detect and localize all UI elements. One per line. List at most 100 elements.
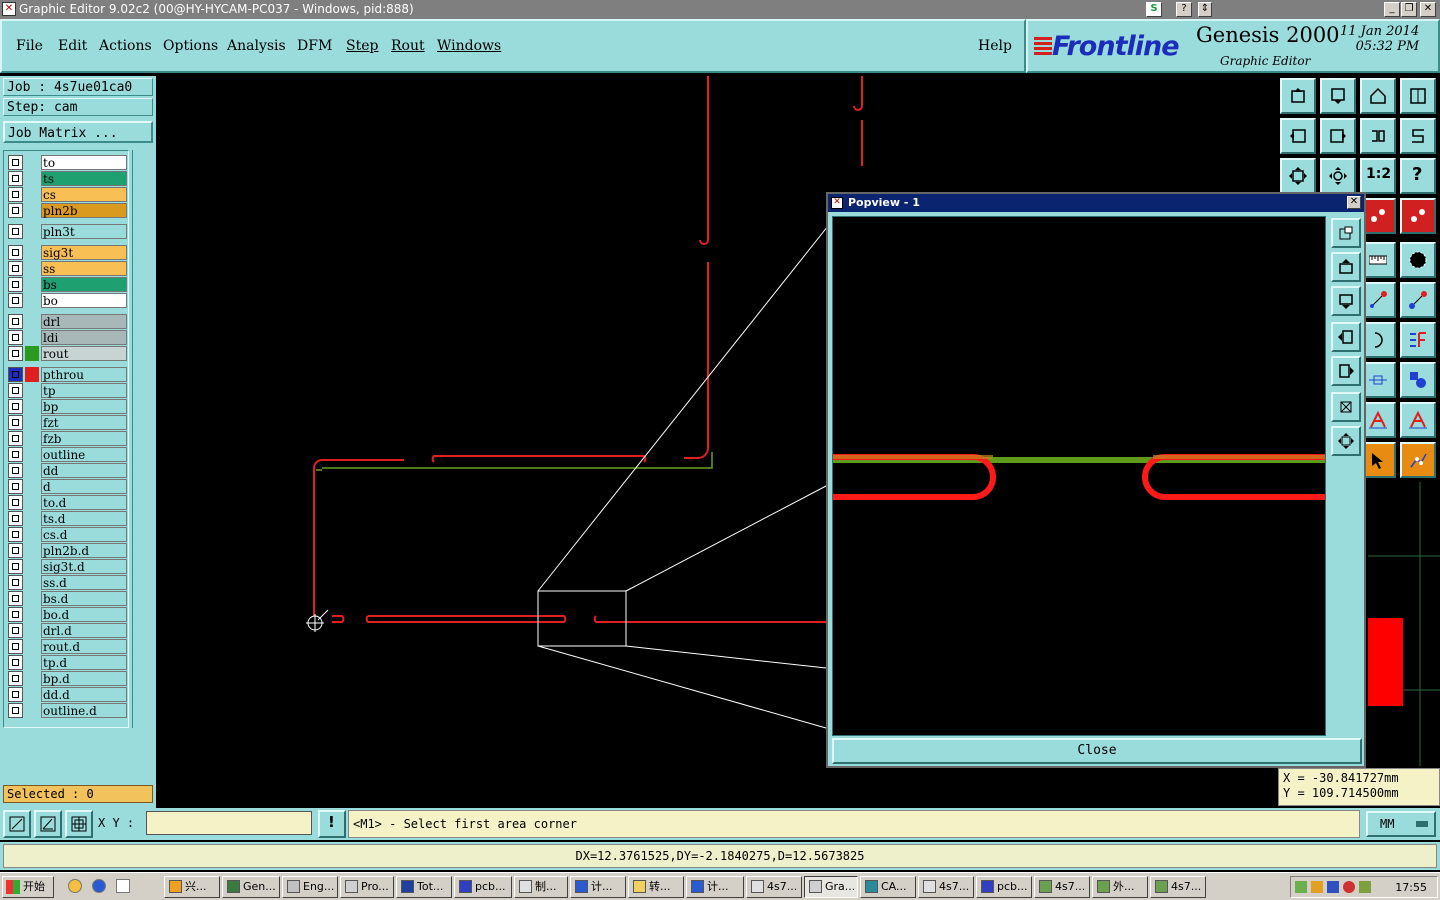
layer-checkbox[interactable] — [8, 330, 23, 345]
layer-checkbox[interactable] — [8, 277, 23, 292]
layer-checkbox[interactable] — [8, 187, 23, 202]
tray-g-icon[interactable] — [1343, 881, 1355, 893]
layer-row-to[interactable]: to — [8, 155, 127, 170]
shapes-button[interactable] — [1400, 362, 1436, 398]
text-b-button[interactable] — [1400, 402, 1436, 438]
taskbar-task-1[interactable]: 兴... — [164, 876, 220, 898]
taskbar-task-16[interactable]: 4s7... — [1034, 876, 1090, 898]
menu-help[interactable]: Help — [978, 38, 1012, 54]
layer-row-drl[interactable]: drl — [8, 314, 127, 329]
layer-row-bo[interactable]: bo — [8, 293, 127, 308]
popview-close-button[interactable]: Close — [832, 738, 1362, 764]
layer-checkbox[interactable] — [8, 703, 23, 718]
layer-checkbox[interactable] — [8, 171, 23, 186]
measure-blue-button[interactable] — [1400, 282, 1436, 318]
home-view-button[interactable] — [1360, 78, 1396, 114]
help-icon[interactable]: ? — [1176, 2, 1192, 17]
pan-down-button[interactable] — [1320, 78, 1356, 114]
layer-checkbox[interactable] — [8, 591, 23, 606]
quicklaunch-clock-icon[interactable] — [68, 879, 82, 893]
zoom-one-to-two-button[interactable]: 1:2 — [1360, 158, 1396, 194]
tray-pen-icon[interactable] — [1295, 881, 1307, 893]
layer-checkbox[interactable] — [8, 463, 23, 478]
popview-titlebar[interactable]: ✕ Popview - 1 ✕ — [828, 194, 1364, 212]
taskbar-task-17[interactable]: 外... — [1092, 876, 1148, 898]
pan-right-button[interactable] — [1320, 118, 1356, 154]
tray-a-icon[interactable] — [1311, 881, 1323, 893]
taskbar-task-18[interactable]: 4s7... — [1150, 876, 1206, 898]
layer-row-drl-d[interactable]: drl.d — [8, 623, 127, 638]
popview-pan-down-button[interactable] — [1331, 286, 1361, 316]
job-matrix-button[interactable]: Job Matrix ... — [3, 121, 153, 143]
layer-row-ldi[interactable]: ldi — [8, 330, 127, 345]
layer-checkbox[interactable] — [8, 415, 23, 430]
angle-mode-icon[interactable] — [34, 810, 62, 838]
taskbar-task-5[interactable]: Tot... — [396, 876, 452, 898]
layer-row-pthrou[interactable]: pthrou — [8, 367, 127, 382]
layer-checkbox[interactable] — [8, 224, 23, 239]
layer-checkbox[interactable] — [8, 383, 23, 398]
taskbar-task-12[interactable]: Gra... — [804, 876, 858, 898]
layer-list-scrollbar[interactable] — [132, 150, 153, 728]
layer-row-outline[interactable]: outline — [8, 447, 127, 462]
layer-row-cs[interactable]: cs — [8, 187, 127, 202]
unit-selector[interactable]: MM — [1366, 811, 1436, 837]
zoom-fit-button[interactable] — [1280, 158, 1316, 194]
layer-checkbox[interactable] — [8, 559, 23, 574]
layer-checkbox[interactable] — [8, 543, 23, 558]
taskbar-task-2[interactable]: Gen... — [222, 876, 280, 898]
layer-row-ts-d[interactable]: ts.d — [8, 511, 127, 526]
layer-checkbox[interactable] — [8, 399, 23, 414]
layer-checkbox[interactable] — [8, 261, 23, 276]
taskbar-task-3[interactable]: Eng... — [282, 876, 338, 898]
layer-row-d[interactable]: d — [8, 479, 127, 494]
taskbar-task-8[interactable]: 计... — [570, 876, 626, 898]
layer-checkbox[interactable] — [8, 479, 23, 494]
popview-zoom-button[interactable] — [1331, 218, 1361, 248]
route-edit-button[interactable] — [1400, 442, 1436, 478]
layer-checkbox[interactable] — [8, 245, 23, 260]
layer-checkbox[interactable] — [8, 527, 23, 542]
quicklaunch-doc-icon[interactable] — [116, 879, 130, 893]
redraw-button[interactable] — [1400, 118, 1436, 154]
taskbar-task-11[interactable]: 4s7... — [746, 876, 802, 898]
snap-center-button[interactable] — [1400, 198, 1436, 234]
layer-row-dd-d[interactable]: dd.d — [8, 687, 127, 702]
layer-row-dd[interactable]: dd — [8, 463, 127, 478]
popview-fit-button[interactable] — [1331, 392, 1361, 422]
layer-row-sig3t-d[interactable]: sig3t.d — [8, 559, 127, 574]
layer-row-ss[interactable]: ss — [8, 261, 127, 276]
taskbar-task-6[interactable]: pcb... — [454, 876, 512, 898]
layer-checkbox[interactable] — [8, 639, 23, 654]
layer-checkbox[interactable] — [8, 431, 23, 446]
menu-actions[interactable]: Actions — [99, 38, 152, 54]
zoom-extents-button[interactable] — [1320, 158, 1356, 194]
layer-row-pln2b[interactable]: pln2b — [8, 203, 127, 218]
layer-checkbox[interactable] — [8, 203, 23, 218]
layer-checkbox[interactable] — [8, 314, 23, 329]
close-button[interactable]: ✕ — [1420, 2, 1436, 17]
layer-checkbox[interactable] — [8, 495, 23, 510]
layer-checkbox[interactable] — [8, 447, 23, 462]
menu-rout[interactable]: Rout — [391, 38, 425, 54]
layer-row-to-d[interactable]: to.d — [8, 495, 127, 510]
popview-pan-up-button[interactable] — [1331, 252, 1361, 282]
layer-row-cs-d[interactable]: cs.d — [8, 527, 127, 542]
zoom-home-button[interactable] — [1280, 78, 1316, 114]
layer-checkbox[interactable] — [8, 687, 23, 702]
layer-checkbox[interactable] — [8, 293, 23, 308]
s-icon[interactable]: S — [1146, 2, 1162, 17]
query-help-button[interactable]: ? — [1400, 158, 1436, 194]
xy-input[interactable] — [146, 811, 312, 835]
pad-button[interactable] — [1400, 242, 1436, 278]
layer-checkbox[interactable] — [8, 575, 23, 590]
menu-windows[interactable]: Windows — [437, 38, 501, 54]
feature-button[interactable] — [1400, 322, 1436, 358]
window-titlebar[interactable]: ✕ Graphic Editor 9.02c2 (00@HY-HYCAM-PC0… — [0, 0, 1440, 19]
menu-options[interactable]: Options — [163, 38, 218, 54]
layer-row-fzt[interactable]: fzt — [8, 415, 127, 430]
layer-row-sig3t[interactable]: sig3t — [8, 245, 127, 260]
popview-close-icon[interactable]: ✕ — [1347, 196, 1361, 209]
layer-row-ts[interactable]: ts — [8, 171, 127, 186]
tray-x-icon[interactable] — [1327, 881, 1339, 893]
